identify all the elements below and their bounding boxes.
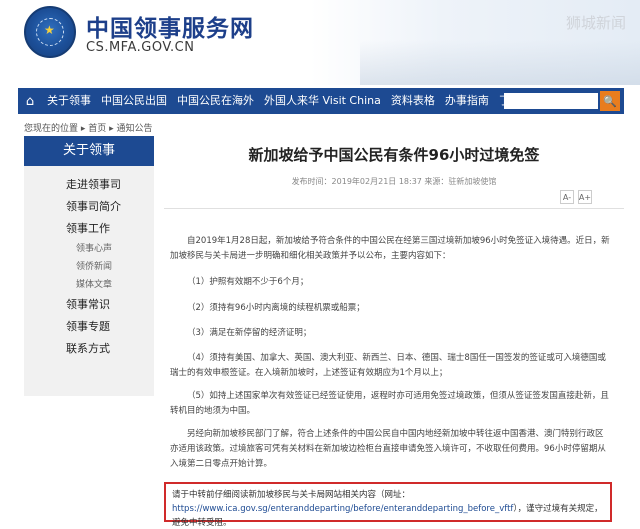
article-paragraph: 另经向新加坡移民部门了解，符合上述条件的中国公民自中国内地经新加坡中转往返中国香… xyxy=(170,429,606,469)
font-increase-button[interactable]: A+ xyxy=(578,190,592,204)
nav-item-about[interactable]: 关于领事 xyxy=(42,88,96,114)
article-title: 新加坡给予中国公民有条件96小时过境免签 xyxy=(248,146,540,164)
article-paragraph: （1）护照有效期不少于6个月； xyxy=(187,277,309,287)
search-icon[interactable]: 🔍 xyxy=(600,91,620,111)
article-meta: 发布时间：2019年02月21日 18:37 来源：驻新加坡使馆 xyxy=(291,177,497,186)
breadcrumb: 您现在的位置 ▸ 首页 ▸ 通知公告 xyxy=(24,124,153,134)
search-input[interactable] xyxy=(504,93,598,109)
article-divider xyxy=(164,208,624,209)
sidebar-item-enter-department[interactable]: 走进领事司 xyxy=(24,174,154,196)
sidebar-item-department-intro[interactable]: 领事司简介 xyxy=(24,196,154,218)
article-main: 新加坡给予中国公民有条件96小时过境免签 发布时间：2019年02月21日 18… xyxy=(164,136,624,529)
sidebar-item-topics[interactable]: 领事专题 xyxy=(24,316,154,338)
sidebar-item-common-knowledge[interactable]: 领事常识 xyxy=(24,294,154,316)
ica-website-link[interactable]: https://www.ica.gov.sg/enteranddeparting… xyxy=(172,504,513,514)
site-title[interactable]: 中国领事服务网 xyxy=(86,9,254,43)
font-decrease-button[interactable]: A- xyxy=(560,190,574,204)
site-header: ★ 中国领事服务网 CS.MFA.GOV.CN 狮城新闻 xyxy=(0,0,640,85)
sidebar-item-consular-work[interactable]: 领事工作 xyxy=(24,218,154,240)
nav-item-citizens-abroad-travel[interactable]: 中国公民出国 xyxy=(96,88,172,114)
main-navbar: ⌂ 关于领事 中国公民出国 中国公民在海外 外国人来华 Visit China … xyxy=(18,88,624,114)
logo-star-icon: ★ xyxy=(44,23,55,37)
watermark: 狮城新闻 xyxy=(565,14,626,32)
consular-logo-icon[interactable]: ★ xyxy=(24,6,76,58)
nav-item-guide[interactable]: 办事指南 xyxy=(440,88,494,114)
sidebar-list: 走进领事司 领事司简介 领事工作 领事心声 领侨新闻 媒体文章 领事常识 领事专… xyxy=(24,166,154,360)
home-icon[interactable]: ⌂ xyxy=(18,88,42,114)
sidebar-item-contact[interactable]: 联系方式 xyxy=(24,338,154,360)
article-paragraph: （4）须持有美国、加拿大、英国、澳大利亚、新西兰、日本、德国、瑞士8国任一国签发… xyxy=(170,353,606,378)
article-paragraph: （5）如持上述国家单次有效签证已经签证使用，返程时亦可适用免签过境政策，但须从签… xyxy=(170,391,609,416)
sidebar-header[interactable]: 关于领事 xyxy=(24,136,154,166)
notice-prefix: 请于中转前仔细阅读新加坡移民与关卡局网站相关内容（网址： xyxy=(172,490,411,500)
great-wall-image xyxy=(360,40,640,85)
article-paragraph: （3）满足在新停留的经济证明； xyxy=(187,328,312,338)
nav-item-citizens-overseas[interactable]: 中国公民在海外 xyxy=(172,88,259,114)
nav-item-forms[interactable]: 资料表格 xyxy=(386,88,440,114)
sidebar: 关于领事 走进领事司 领事司简介 领事工作 领事心声 领侨新闻 媒体文章 领事常… xyxy=(24,136,154,396)
nav-item-visit-china[interactable]: 外国人来华 Visit China xyxy=(259,88,386,114)
sidebar-subitem-media[interactable]: 媒体文章 xyxy=(24,276,154,294)
sidebar-subitem-voices[interactable]: 领事心声 xyxy=(24,240,154,258)
notice-box: 请于中转前仔细阅读新加坡移民与关卡局网站相关内容（网址： https://www.… xyxy=(164,482,612,528)
site-url: CS.MFA.GOV.CN xyxy=(86,40,195,55)
sidebar-subitem-news[interactable]: 领侨新闻 xyxy=(24,258,154,276)
article-paragraph: （2）须持有96小时内离境的续程机票或船票； xyxy=(187,303,365,313)
article-paragraph: 自2019年1月28日起，新加坡给予符合条件的中国公民在经第三国过境新加坡96小… xyxy=(170,236,610,261)
